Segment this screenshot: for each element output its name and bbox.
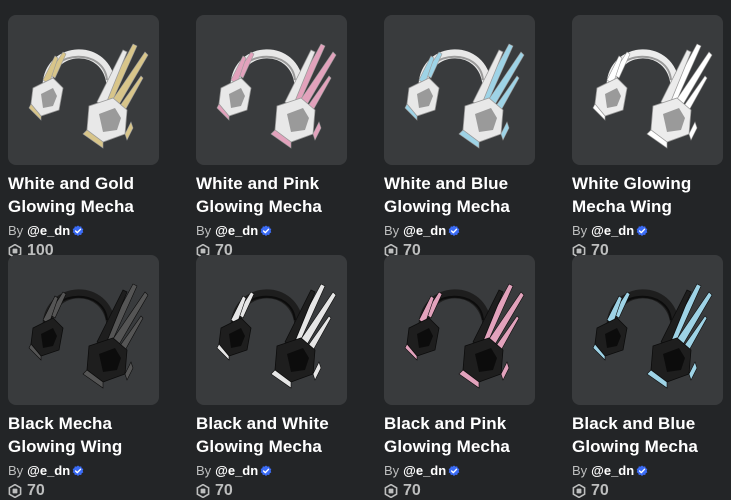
- creator-link[interactable]: @e_dn: [27, 463, 70, 479]
- catalog-item-card[interactable]: White and Blue Glowing Mecha By @e_dn 70: [384, 15, 535, 259]
- verified-badge-icon: [72, 225, 84, 236]
- item-price: 70: [384, 482, 535, 500]
- verified-badge-icon: [636, 225, 648, 236]
- by-label: By: [196, 223, 212, 238]
- item-thumbnail[interactable]: [384, 255, 535, 405]
- item-name[interactable]: White Glowing Mecha Wing: [572, 172, 723, 218]
- item-name[interactable]: Black and Blue Glowing Mecha: [572, 412, 723, 458]
- catalog-grid: White and Gold Glowing Mecha By @e_dn 10…: [8, 15, 723, 499]
- by-label: By: [196, 463, 212, 478]
- item-name[interactable]: Black and White Glowing Mecha: [196, 412, 347, 458]
- catalog-item-card[interactable]: White and Pink Glowing Mecha By @e_dn 70: [196, 15, 347, 259]
- creator-link[interactable]: @e_dn: [403, 463, 446, 479]
- verified-badge-icon: [260, 465, 272, 476]
- mecha-headphones-image: [592, 43, 712, 149]
- catalog-item-card[interactable]: Black and Blue Glowing Mecha By @e_dn 70: [572, 255, 723, 499]
- item-creator: By @e_dn: [572, 223, 723, 239]
- item-thumbnail[interactable]: [8, 255, 159, 405]
- item-creator: By @e_dn: [8, 463, 159, 479]
- mecha-headphones-image: [404, 283, 524, 389]
- item-creator: By @e_dn: [196, 223, 347, 239]
- item-creator: By @e_dn: [384, 223, 535, 239]
- creator-link[interactable]: @e_dn: [27, 223, 70, 239]
- item-name[interactable]: Black Mecha Glowing Wing: [8, 412, 159, 458]
- item-thumbnail[interactable]: [572, 255, 723, 405]
- by-label: By: [384, 223, 400, 238]
- robux-icon: [196, 484, 210, 498]
- creator-link[interactable]: @e_dn: [403, 223, 446, 239]
- item-thumbnail[interactable]: [196, 255, 347, 405]
- catalog-item-card[interactable]: White Glowing Mecha Wing By @e_dn 70: [572, 15, 723, 259]
- item-name[interactable]: White and Pink Glowing Mecha: [196, 172, 347, 218]
- catalog-item-card[interactable]: Black and Pink Glowing Mecha By @e_dn 70: [384, 255, 535, 499]
- item-name[interactable]: Black and Pink Glowing Mecha: [384, 412, 535, 458]
- creator-link[interactable]: @e_dn: [591, 463, 634, 479]
- mecha-headphones-image: [216, 43, 336, 149]
- by-label: By: [384, 463, 400, 478]
- item-creator: By @e_dn: [572, 463, 723, 479]
- item-thumbnail[interactable]: [384, 15, 535, 165]
- catalog-item-card[interactable]: Black and White Glowing Mecha By @e_dn 7…: [196, 255, 347, 499]
- mecha-headphones-image: [592, 283, 712, 389]
- robux-icon: [8, 484, 22, 498]
- verified-badge-icon: [448, 465, 460, 476]
- mecha-headphones-image: [404, 43, 524, 149]
- mecha-headphones-image: [28, 283, 148, 389]
- by-label: By: [8, 463, 24, 478]
- item-thumbnail[interactable]: [572, 15, 723, 165]
- verified-badge-icon: [260, 225, 272, 236]
- item-creator: By @e_dn: [384, 463, 535, 479]
- price-value: 70: [403, 482, 421, 499]
- item-name[interactable]: White and Blue Glowing Mecha: [384, 172, 535, 218]
- item-price: 70: [8, 482, 159, 500]
- mecha-headphones-image: [28, 43, 148, 149]
- catalog-item-card[interactable]: Black Mecha Glowing Wing By @e_dn 70: [8, 255, 159, 499]
- by-label: By: [8, 223, 24, 238]
- item-thumbnail[interactable]: [8, 15, 159, 165]
- creator-link[interactable]: @e_dn: [215, 223, 258, 239]
- item-creator: By @e_dn: [196, 463, 347, 479]
- verified-badge-icon: [636, 465, 648, 476]
- price-value: 70: [27, 482, 45, 499]
- robux-icon: [572, 484, 586, 498]
- catalog-item-card[interactable]: White and Gold Glowing Mecha By @e_dn 10…: [8, 15, 159, 259]
- item-price: 70: [196, 482, 347, 500]
- item-creator: By @e_dn: [8, 223, 159, 239]
- verified-badge-icon: [72, 465, 84, 476]
- item-name[interactable]: White and Gold Glowing Mecha: [8, 172, 159, 218]
- item-thumbnail[interactable]: [196, 15, 347, 165]
- price-value: 70: [591, 482, 609, 499]
- by-label: By: [572, 463, 588, 478]
- item-price: 70: [572, 482, 723, 500]
- creator-link[interactable]: @e_dn: [591, 223, 634, 239]
- robux-icon: [384, 484, 398, 498]
- verified-badge-icon: [448, 225, 460, 236]
- creator-link[interactable]: @e_dn: [215, 463, 258, 479]
- by-label: By: [572, 223, 588, 238]
- price-value: 70: [215, 482, 233, 499]
- mecha-headphones-image: [216, 283, 336, 389]
